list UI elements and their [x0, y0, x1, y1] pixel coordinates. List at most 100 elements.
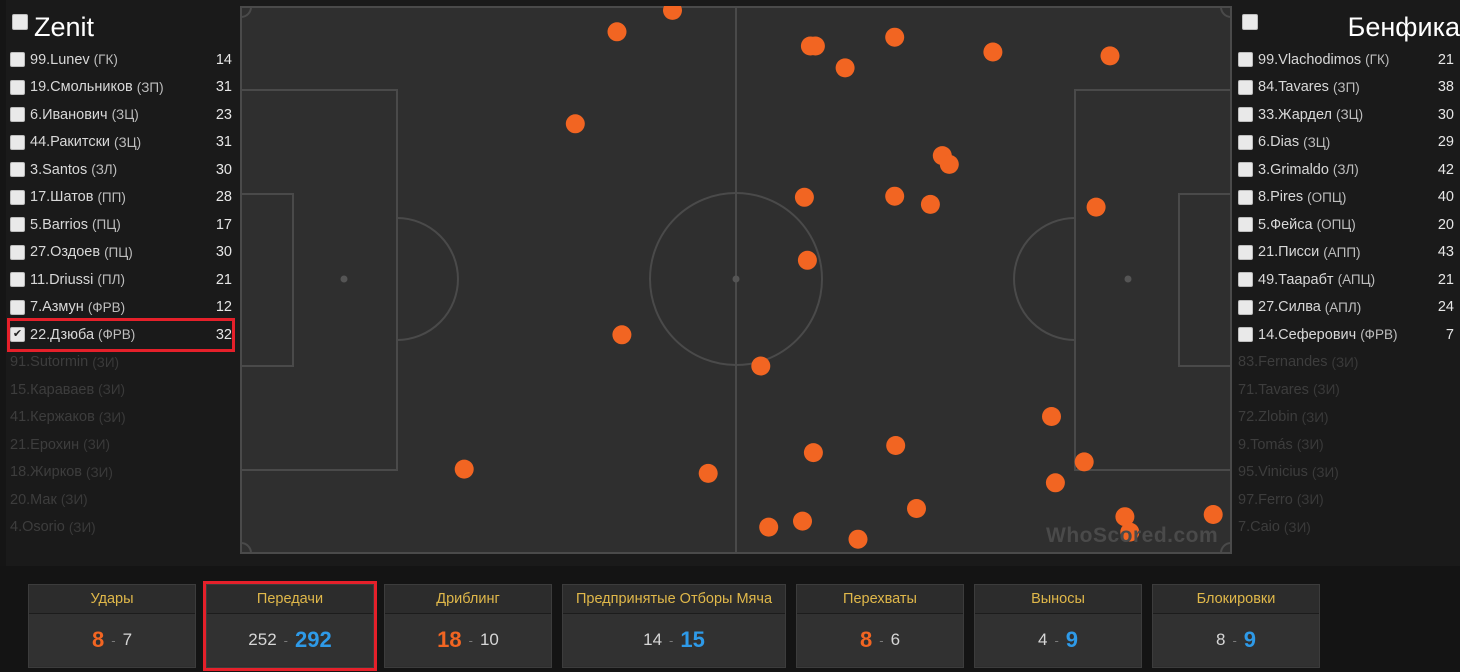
pass-marker[interactable] [794, 187, 814, 207]
away-player-checkbox[interactable] [1238, 299, 1253, 315]
player-name: 44.Ракитски [30, 134, 111, 151]
pass-marker[interactable] [1045, 473, 1065, 493]
pass-marker[interactable] [454, 459, 474, 479]
home-player-row[interactable]: 19.Смольников (ЗП) 31 [10, 74, 232, 102]
stat-values: 14-15 [563, 614, 785, 666]
player-pass-count: 17 [215, 216, 232, 233]
pass-marker[interactable] [907, 499, 926, 518]
home-player-checkbox[interactable] [10, 272, 25, 288]
home-player-row[interactable]: ✔ 22.Дзюба (ФРВ) 32 [7, 318, 235, 352]
home-player-checkbox[interactable] [10, 52, 25, 68]
away-player-row[interactable]: 3.Grimaldo (ЗЛ) 42 [1238, 156, 1454, 184]
pass-marker[interactable] [612, 325, 632, 345]
whoscored-watermark: WhoScored.com [1046, 524, 1219, 547]
away-player-checkbox[interactable] [1238, 162, 1253, 178]
home-player-row[interactable]: 11.Driussi (ПЛ) 21 [10, 266, 232, 294]
away-player-checkbox[interactable] [1238, 52, 1253, 68]
pass-marker[interactable] [803, 443, 823, 463]
player-pass-count: 31 [215, 79, 232, 96]
pass-marker[interactable] [1100, 46, 1120, 66]
stat-tab[interactable]: Перехваты 8-6 [796, 584, 964, 668]
away-player-row[interactable]: 21.Писси (АПП) 43 [1238, 239, 1454, 267]
player-name: 33.Жардел [1258, 106, 1333, 123]
away-player-checkbox[interactable] [1238, 272, 1253, 288]
away-team-checkbox[interactable] [1242, 14, 1258, 30]
away-player-row[interactable]: 6.Dias (ЗЦ) 29 [1238, 129, 1454, 157]
player-pass-count: 38 [1437, 79, 1454, 96]
pass-marker[interactable] [1074, 452, 1094, 472]
stat-tab[interactable]: Блокировки 8-9 [1152, 584, 1320, 668]
sub-name: 72.Zlobin [1238, 409, 1298, 426]
home-player-checkbox[interactable] [10, 134, 25, 150]
player-pass-count: 14 [215, 51, 232, 68]
stat-values: 252-292 [207, 614, 373, 666]
away-player-row[interactable]: 49.Таарабт (АПЦ) 21 [1238, 266, 1454, 294]
player-name: 8.Pires [1258, 189, 1304, 206]
away-player-checkbox[interactable] [1238, 79, 1253, 95]
pass-marker[interactable] [805, 36, 825, 56]
away-player-checkbox[interactable] [1238, 244, 1253, 260]
away-player-checkbox[interactable] [1238, 327, 1253, 343]
away-player-row[interactable]: 8.Pires (ОПЦ) 40 [1238, 184, 1454, 212]
away-player-checkbox[interactable] [1238, 189, 1253, 205]
home-player-checkbox[interactable] [10, 217, 25, 233]
pass-marker[interactable] [1086, 197, 1106, 217]
pass-marker[interactable] [1203, 505, 1223, 524]
stat-tab[interactable]: Предпринятые Отборы Мяча 14-15 [562, 584, 786, 668]
stat-tab[interactable]: Передачи 252-292 [203, 581, 377, 671]
away-player-row[interactable]: 99.Vlachodimos (ГК) 21 [1238, 46, 1454, 74]
home-player-row[interactable]: 44.Ракитски (ЗЦ) 31 [10, 129, 232, 157]
pass-marker[interactable] [797, 250, 817, 270]
away-player-row[interactable]: 33.Жардел (ЗЦ) 30 [1238, 101, 1454, 129]
player-position: (ЗЦ) [111, 107, 139, 123]
stat-values: 8-7 [29, 614, 195, 666]
away-player-row[interactable]: 84.Tavares (ЗП) 38 [1238, 74, 1454, 102]
pass-marker[interactable] [983, 42, 1003, 62]
home-player-checkbox[interactable] [10, 107, 25, 123]
home-player-checkbox[interactable] [10, 79, 25, 95]
stat-tab[interactable]: Выносы 4-9 [974, 584, 1142, 668]
pass-marker[interactable] [607, 22, 627, 42]
stat-tab[interactable]: Дриблинг 18-10 [384, 584, 552, 668]
stat-label: Блокировки [1153, 585, 1319, 614]
away-player-checkbox[interactable] [1238, 217, 1253, 233]
home-player-row[interactable]: 99.Lunev (ГК) 14 [10, 46, 232, 74]
home-player-row[interactable]: 27.Оздоев (ПЦ) 30 [10, 239, 232, 267]
home-player-checkbox[interactable] [10, 244, 25, 260]
pass-marker[interactable] [886, 436, 906, 455]
pass-marker[interactable] [835, 58, 855, 78]
home-player-row[interactable]: 5.Barrios (ПЦ) 17 [10, 211, 232, 239]
player-position: (АПЛ) [1324, 299, 1362, 315]
home-player-checkbox[interactable] [10, 189, 25, 205]
pass-marker[interactable] [698, 463, 718, 483]
away-player-row[interactable]: 14.Сеферович (ФРВ) 7 [1238, 321, 1454, 349]
player-name: 99.Lunev [30, 51, 90, 68]
player-pass-count: 32 [215, 326, 232, 343]
home-team-checkbox[interactable] [12, 14, 28, 30]
pass-marker[interactable] [793, 511, 812, 531]
pass-marker[interactable] [885, 186, 905, 206]
home-player-row[interactable]: 6.Иванович (ЗЦ) 23 [10, 101, 232, 129]
pass-marker[interactable] [939, 154, 959, 174]
home-player-row[interactable]: 3.Santos (ЗЛ) 30 [10, 156, 232, 184]
pass-marker[interactable] [848, 529, 868, 549]
home-player-row[interactable]: 7.Азмун (ФРВ) 12 [10, 294, 232, 322]
pass-marker[interactable] [751, 356, 771, 376]
away-player-row[interactable]: 5.Фейса (ОПЦ) 20 [1238, 211, 1454, 239]
away-player-checkbox[interactable] [1238, 107, 1253, 123]
pass-marker[interactable] [885, 27, 905, 47]
pass-marker[interactable] [920, 194, 940, 214]
pass-marker[interactable] [1042, 407, 1061, 426]
home-player-checkbox[interactable] [10, 299, 25, 315]
stat-tab[interactable]: Удары 8-7 [28, 584, 196, 668]
home-player-row[interactable]: 17.Шатов (ПП) 28 [10, 184, 232, 212]
away-player-checkbox[interactable] [1238, 134, 1253, 150]
home-player-checkbox[interactable] [10, 162, 25, 178]
home-player-checkbox[interactable]: ✔ [10, 327, 25, 343]
player-name: 11.Driussi [30, 271, 94, 288]
pass-marker[interactable] [663, 6, 682, 20]
away-player-row[interactable]: 27.Силва (АПЛ) 24 [1238, 294, 1454, 322]
pass-marker[interactable] [565, 114, 585, 134]
pass-marker[interactable] [759, 517, 779, 537]
sub-name: 95.Vinicius [1238, 464, 1308, 481]
